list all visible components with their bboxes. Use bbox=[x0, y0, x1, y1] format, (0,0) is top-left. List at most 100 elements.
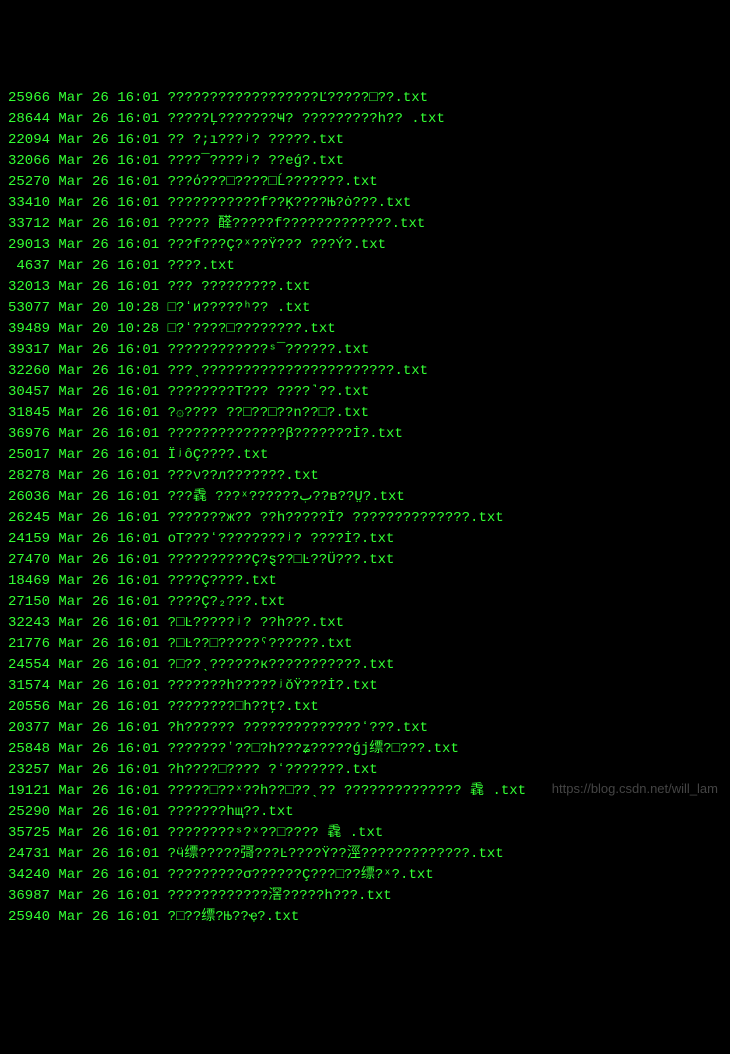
file-date: Mar 26 16:01 bbox=[58, 529, 159, 550]
listing-row: 25017Mar 26 16:01ÏʲôÇ????.txt bbox=[8, 445, 722, 466]
file-size: 26036 bbox=[8, 487, 50, 508]
file-name: ??????????????β???????İ?.txt bbox=[168, 424, 403, 445]
file-size: 31574 bbox=[8, 676, 50, 697]
file-date: Mar 26 16:01 bbox=[58, 823, 159, 844]
listing-row: 53077Mar 20 10:28□?ʻи?????ʰ?? .txt bbox=[8, 298, 722, 319]
file-size: 32243 bbox=[8, 613, 50, 634]
file-date: Mar 26 16:01 bbox=[58, 697, 159, 718]
file-size: 31845 bbox=[8, 403, 50, 424]
file-date: Mar 26 16:01 bbox=[58, 403, 159, 424]
file-name: ?????□??ˣ??h??□??ˎ?? ?????????????? 毳 .t… bbox=[168, 781, 526, 802]
listing-row: 25290Mar 26 16:01???????hщ??.txt bbox=[8, 802, 722, 823]
file-size: 4637 bbox=[8, 256, 50, 277]
file-name: ?????????σ??????Ç???□??缥?ˣ?.txt bbox=[168, 865, 434, 886]
file-name: ????Ç????.txt bbox=[168, 571, 277, 592]
file-size: 27150 bbox=[8, 592, 50, 613]
file-date: Mar 26 16:01 bbox=[58, 151, 159, 172]
file-name: ????.txt bbox=[168, 256, 235, 277]
file-name: ?□??缥?Њ??ҿ?.txt bbox=[168, 907, 300, 928]
file-name: οТ???ʻ????????ʲ? ????İ?.txt bbox=[168, 529, 395, 550]
listing-row: 30457Mar 26 16:01????????T??? ????˺??.tx… bbox=[8, 382, 722, 403]
file-name: ????Ç?₂???.txt bbox=[168, 592, 286, 613]
listing-row: 24159 Mar 26 16:01 οТ???ʻ????????ʲ? ????İ?… bbox=[8, 529, 722, 550]
file-date: Mar 26 16:01 bbox=[58, 718, 159, 739]
listing-row: 33410Mar 26 16:01???????????f??Ķ????Њ?ȯ?… bbox=[8, 193, 722, 214]
listing-row: 18469Mar 26 16:01????Ç????.txt bbox=[8, 571, 722, 592]
listing-row: 32243Mar 26 16:01?□Ŀ?????ʲ? ??һ???.txt bbox=[8, 613, 722, 634]
file-name: ?□??ˎ??????к???????????.txt bbox=[168, 655, 395, 676]
listing-row: 31845 Mar 26 16:01 ?۞???? ??□??□??n??□?.tx… bbox=[8, 403, 722, 424]
file-name: ???ν??л???????.txt bbox=[168, 466, 319, 487]
file-name: ?□Ŀ??□?????ˤ??????.txt bbox=[168, 634, 353, 655]
file-size: 33712 bbox=[8, 214, 50, 235]
file-name: ?h????□???? ?ʻ???????.txt bbox=[168, 760, 378, 781]
file-name: ?h?????? ??????????????ʻ???.txt bbox=[168, 718, 428, 739]
file-date: Mar 26 16:01 bbox=[58, 781, 159, 802]
file-size: 25290 bbox=[8, 802, 50, 823]
file-date: Mar 26 16:01 bbox=[58, 760, 159, 781]
file-date: Mar 26 16:01 bbox=[58, 256, 159, 277]
file-date: Mar 26 16:01 bbox=[58, 613, 159, 634]
file-date: Mar 26 16:01 bbox=[58, 424, 159, 445]
file-size: 32013 bbox=[8, 277, 50, 298]
file-date: Mar 26 16:01 bbox=[58, 487, 159, 508]
listing-row: 27150Mar 26 16:01????Ç?₂???.txt bbox=[8, 592, 722, 613]
watermark: https://blog.csdn.net/will_lam bbox=[552, 779, 718, 799]
file-name: ??????????????????Ľ?????□??.txt bbox=[168, 88, 428, 109]
file-name: ??? ?????????.txt bbox=[168, 277, 311, 298]
file-date: Mar 26 16:01 bbox=[58, 907, 159, 928]
listing-row: 33712Mar 26 16:01????? 醛?????f??????????… bbox=[8, 214, 722, 235]
file-size: 53077 bbox=[8, 298, 50, 319]
file-name: ???ό???□????□Ĺ???????.txt bbox=[168, 172, 378, 193]
file-size: 35725 bbox=[8, 823, 50, 844]
file-name: ????????□h??ţ?.txt bbox=[168, 697, 319, 718]
listing-row: 24731Mar 26 16:01?ӵ缥?????彁???Ŀ????Ÿ??涇??… bbox=[8, 844, 722, 865]
listing-row: 29013Mar 26 16:01???f???Ç?ˣ??Ÿ??? ???Ý?.… bbox=[8, 235, 722, 256]
listing-row: 25848Mar 26 16:01???????ʽ??□?h???ʑ?????ǵ… bbox=[8, 739, 722, 760]
file-date: Mar 26 16:01 bbox=[58, 235, 159, 256]
file-name: ????????????ˢ¯??????.txt bbox=[168, 340, 370, 361]
file-name: ???????h?????ʲŏŸ???İ?.txt bbox=[168, 676, 378, 697]
file-name: ????¯????ʲ? ??eǵ?.txt bbox=[168, 151, 344, 172]
listing-row: 28644Mar 26 16:01?????Ļ???????Ҹ? ???????… bbox=[8, 109, 722, 130]
file-size: 34240 bbox=[8, 865, 50, 886]
listing-row: 20556 Mar 26 16:01 ????????□h??ţ?.txt bbox=[8, 697, 722, 718]
file-name: □?ʻ????□????????.txt bbox=[168, 319, 336, 340]
file-date: Mar 26 16:01 bbox=[58, 739, 159, 760]
file-date: Mar 26 16:01 bbox=[58, 634, 159, 655]
file-size: 25940 bbox=[8, 907, 50, 928]
listing-row: 25270Mar 26 16:01???ό???□????□Ĺ???????.t… bbox=[8, 172, 722, 193]
file-name: ???ˎ???????????????????????.txt bbox=[168, 361, 428, 382]
file-size: 24731 bbox=[8, 844, 50, 865]
listing-row: 22094Mar 26 16:01?? ?;ı???ʲ? ?????.txt bbox=[8, 130, 722, 151]
file-size: 21776 bbox=[8, 634, 50, 655]
file-date: Mar 26 16:01 bbox=[58, 886, 159, 907]
file-size: 26245 bbox=[8, 508, 50, 529]
file-size: 28278 bbox=[8, 466, 50, 487]
file-size: 20556 bbox=[8, 697, 50, 718]
file-name: ???毳 ???ˣ??????ب??в??Ṳ?.txt bbox=[168, 487, 405, 508]
file-name: ???f???Ç?ˣ??Ÿ??? ???Ý?.txt bbox=[168, 235, 386, 256]
listing-row: 31574 Mar 26 16:01 ???????h?????ʲŏŸ???İ?.t… bbox=[8, 676, 722, 697]
file-name: ????? 醛?????f?????????????.txt bbox=[168, 214, 426, 235]
listing-row: 36987Mar 26 16:01????????????滘?????һ???.… bbox=[8, 886, 722, 907]
file-date: Mar 26 16:01 bbox=[58, 340, 159, 361]
file-name: ???????ж?? ??h?????Ï? ??????????????.txt bbox=[168, 508, 504, 529]
file-size: 25270 bbox=[8, 172, 50, 193]
file-date: Mar 26 16:01 bbox=[58, 508, 159, 529]
listing-row: 36976Mar 26 16:01??????????????β???????İ… bbox=[8, 424, 722, 445]
file-size: 23257 bbox=[8, 760, 50, 781]
file-name: ÏʲôÇ????.txt bbox=[168, 445, 269, 466]
file-size: 39317 bbox=[8, 340, 50, 361]
file-date: Mar 26 16:01 bbox=[58, 676, 159, 697]
file-size: 24159 bbox=[8, 529, 50, 550]
file-name: ???????ʽ??□?h???ʑ?????ǵj缥?□???.txt bbox=[168, 739, 459, 760]
file-name: ?۞???? ??□??□??n??□?.txt bbox=[168, 403, 369, 424]
terminal-output: 25966Mar 26 16:01??????????????????Ľ????… bbox=[8, 88, 722, 928]
file-date: Mar 26 16:01 bbox=[58, 382, 159, 403]
listing-row: 39317 Mar 26 16:01 ????????????ˢ¯??????.tx… bbox=[8, 340, 722, 361]
file-date: Mar 26 16:01 bbox=[58, 466, 159, 487]
file-date: Mar 20 10:28 bbox=[58, 298, 159, 319]
listing-row: 39489Mar 20 10:28□?ʻ????□????????.txt bbox=[8, 319, 722, 340]
file-date: Mar 26 16:01 bbox=[58, 361, 159, 382]
